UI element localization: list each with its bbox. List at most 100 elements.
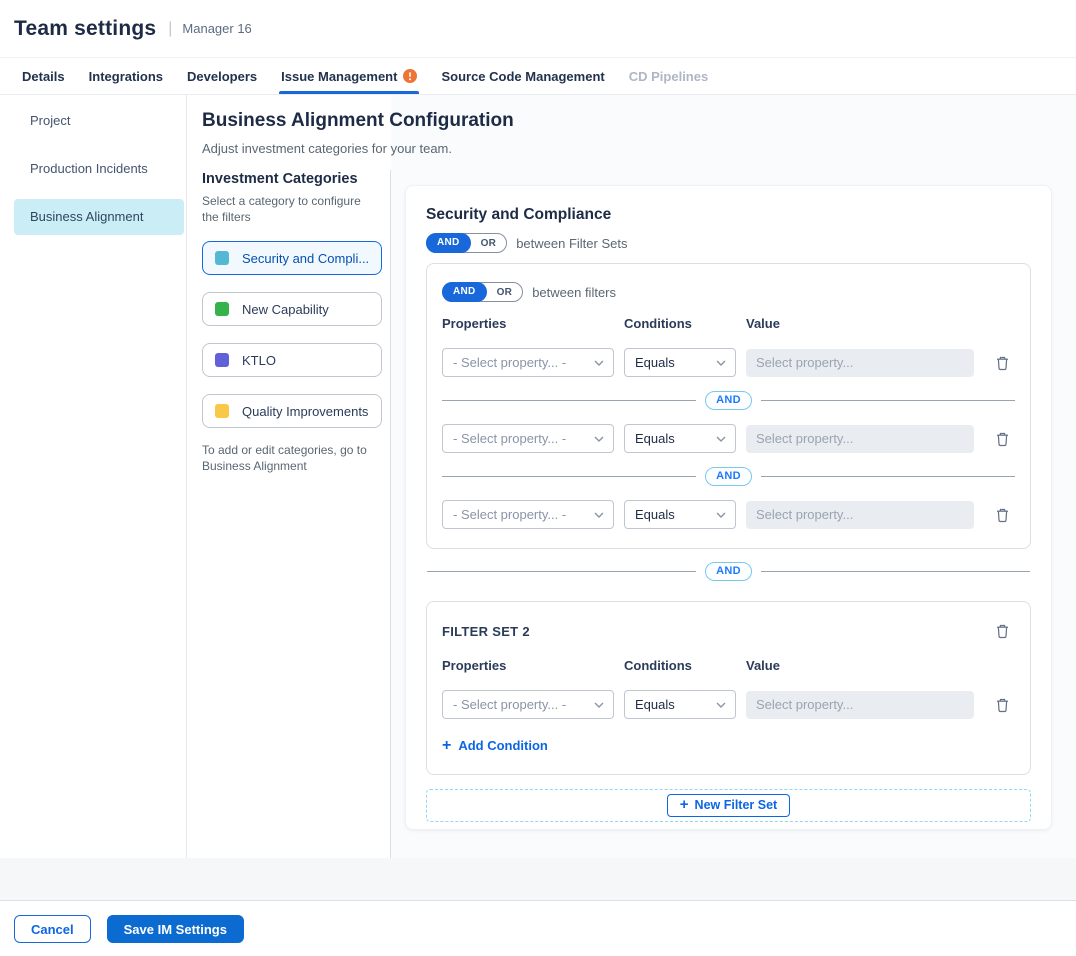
chevron-down-icon [716, 512, 726, 518]
property-select[interactable]: - Select property... - [442, 348, 614, 377]
new-filter-set-dropzone: + New Filter Set [426, 789, 1031, 822]
value-input[interactable] [746, 425, 974, 453]
trash-icon [995, 431, 1010, 447]
category-ktlo[interactable]: KTLO [202, 343, 382, 377]
connector-line [761, 571, 1030, 572]
filter-row: - Select property... - Equals [442, 348, 1015, 377]
alert-icon [403, 69, 417, 83]
filter-set-2-header: FILTER SET 2 [442, 620, 1015, 642]
and-connector-pill: AND [705, 391, 752, 410]
category-color-swatch [215, 302, 229, 316]
delete-filter-button[interactable] [991, 694, 1013, 716]
and-connector-pill: AND [705, 562, 752, 581]
and-connector: AND [442, 467, 1015, 486]
property-select-placeholder: - Select property... - [453, 507, 566, 522]
or-option[interactable]: OR [487, 287, 523, 298]
page-title: Team settings [14, 17, 156, 41]
content-footer-spacer [0, 858, 1076, 901]
chevron-down-icon [716, 436, 726, 442]
tab-developers[interactable]: Developers [187, 58, 257, 94]
tab-details[interactable]: Details [22, 58, 65, 94]
tab-issue-management[interactable]: Issue Management [281, 58, 417, 94]
and-connector-pill: AND [705, 467, 752, 486]
condition-select[interactable]: Equals [624, 690, 736, 719]
categories-description: Select a category to configure the filte… [202, 193, 372, 225]
new-filter-set-button[interactable]: + New Filter Set [667, 794, 790, 817]
and-connector-between-sets: AND [427, 562, 1030, 581]
delete-filter-button[interactable] [991, 504, 1013, 526]
tab-integrations[interactable]: Integrations [89, 58, 163, 94]
connector-line [427, 571, 696, 572]
property-select[interactable]: - Select property... - [442, 690, 614, 719]
column-divider [390, 170, 391, 858]
add-condition-label: Add Condition [458, 738, 548, 753]
category-label: Security and Compli... [242, 251, 369, 266]
properties-header: Properties [442, 658, 614, 673]
and-option[interactable]: AND [442, 282, 487, 302]
team-name-label: Manager 16 [182, 21, 251, 36]
value-header: Value [746, 658, 974, 673]
filter-column-headers: Properties Conditions Value [442, 316, 1015, 331]
category-quality-improvements[interactable]: Quality Improvements [202, 394, 382, 428]
delete-filter-button[interactable] [991, 428, 1013, 450]
delete-filter-set-button[interactable] [991, 620, 1013, 642]
category-color-swatch [215, 353, 229, 367]
new-filter-set-label: New Filter Set [695, 798, 778, 812]
and-connector: AND [442, 391, 1015, 410]
condition-select[interactable]: Equals [624, 424, 736, 453]
sidebar-item-project[interactable]: Project [14, 103, 184, 139]
condition-select-value: Equals [635, 355, 675, 370]
properties-header: Properties [442, 316, 614, 331]
chevron-down-icon [594, 360, 604, 366]
and-option[interactable]: AND [426, 233, 471, 253]
add-condition-button[interactable]: + Add Condition [442, 738, 548, 753]
footnote-line: To add or edit categories, go to [202, 443, 367, 457]
category-label: Quality Improvements [242, 404, 368, 419]
between-filter-sets-label: between Filter Sets [516, 236, 627, 251]
condition-select[interactable]: Equals [624, 500, 736, 529]
tab-label: Developers [187, 69, 257, 84]
sidebar-item-production-incidents[interactable]: Production Incidents [14, 151, 184, 187]
trash-icon [995, 623, 1010, 639]
tab-label: Details [22, 69, 65, 84]
footnote-line: Business Alignment [202, 459, 307, 473]
category-color-swatch [215, 404, 229, 418]
connector-line [761, 400, 1015, 401]
filter-row: - Select property... - Equals [442, 690, 1015, 719]
and-or-toggle-filters[interactable]: AND OR [442, 282, 523, 302]
category-label: New Capability [242, 302, 329, 317]
filters-operator-row: AND OR between filters [442, 282, 1015, 302]
filter-set-2: FILTER SET 2 Properties Conditions Value… [426, 601, 1031, 775]
value-input[interactable] [746, 349, 974, 377]
tab-bar: Details Integrations Developers Issue Ma… [0, 58, 1076, 95]
trash-icon [995, 355, 1010, 371]
value-input[interactable] [746, 691, 974, 719]
condition-select-value: Equals [635, 431, 675, 446]
and-or-toggle-filter-sets[interactable]: AND OR [426, 233, 507, 253]
delete-filter-button[interactable] [991, 352, 1013, 374]
filter-sets-operator-row: AND OR between Filter Sets [426, 233, 1031, 253]
value-input[interactable] [746, 501, 974, 529]
save-im-settings-button[interactable]: Save IM Settings [107, 915, 244, 943]
tab-source-code-management[interactable]: Source Code Management [441, 58, 604, 94]
team-settings-page: Team settings | Manager 16 Details Integ… [0, 0, 1076, 956]
sidebar-item-business-alignment[interactable]: Business Alignment [14, 199, 184, 235]
property-select[interactable]: - Select property... - [442, 500, 614, 529]
category-security-and-compliance[interactable]: Security and Compli... [202, 241, 382, 275]
tab-label: Source Code Management [441, 69, 604, 84]
condition-select[interactable]: Equals [624, 348, 736, 377]
cancel-button[interactable]: Cancel [14, 915, 91, 943]
categories-title: Investment Categories [202, 171, 384, 187]
trash-icon [995, 697, 1010, 713]
section-title: Business Alignment Configuration [202, 110, 514, 132]
section-subtitle: Adjust investment categories for your te… [202, 141, 452, 156]
category-new-capability[interactable]: New Capability [202, 292, 382, 326]
property-select[interactable]: - Select property... - [442, 424, 614, 453]
investment-categories-panel: Investment Categories Select a category … [202, 171, 384, 474]
or-option[interactable]: OR [471, 238, 507, 249]
chevron-down-icon [594, 512, 604, 518]
app-header: Team settings | Manager 16 [0, 0, 1076, 58]
property-select-placeholder: - Select property... - [453, 431, 566, 446]
filter-set-1: AND OR between filters Properties Condit… [426, 263, 1031, 549]
selected-category-title: Security and Compliance [426, 206, 1031, 224]
